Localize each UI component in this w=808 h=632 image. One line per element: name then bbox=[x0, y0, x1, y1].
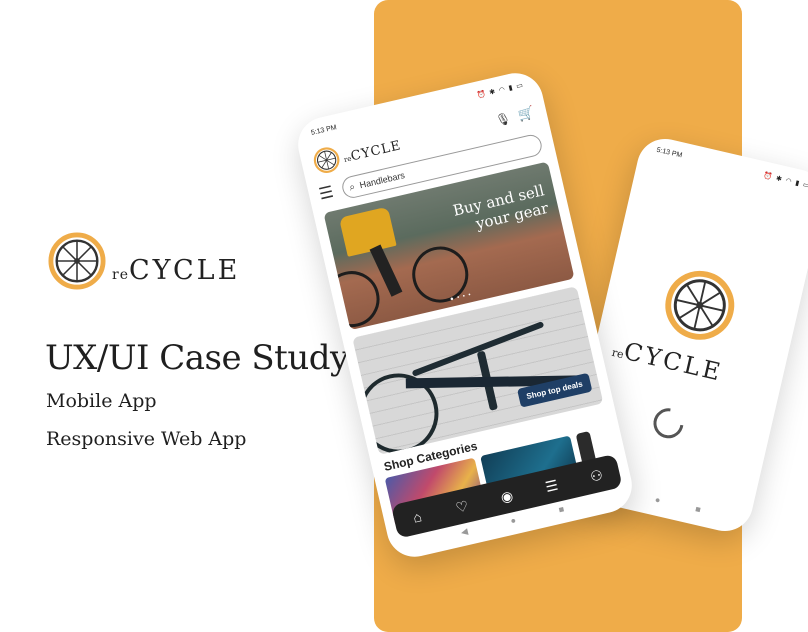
home-nav-icon[interactable]: ● bbox=[509, 515, 517, 527]
brand-prefix: re bbox=[112, 267, 129, 283]
camera-tab-icon[interactable]: ◉ bbox=[490, 485, 523, 508]
status-time: 5:13 PM bbox=[310, 124, 338, 137]
loading-spinner-icon bbox=[647, 402, 690, 445]
app-wordmark: reCYCLE bbox=[341, 134, 403, 166]
bicycle-wheel-logo-icon[interactable] bbox=[311, 145, 342, 176]
brand-wordmark: reCYCLE bbox=[112, 255, 240, 286]
profile-tab-icon[interactable]: ⚇ bbox=[580, 464, 613, 487]
recent-apps-icon[interactable]: ■ bbox=[558, 504, 566, 516]
search-icon: ⌕ bbox=[348, 181, 357, 194]
case-study-subtitle-web: Responsive Web App bbox=[46, 428, 247, 450]
status-bar: 5:13 PM ⏰ ✱ ◠ ▮ ▭ bbox=[656, 147, 808, 190]
search-input-value: Handlebars bbox=[358, 170, 406, 191]
home-tab-icon[interactable]: ⌂ bbox=[401, 506, 434, 528]
splash-brand-name: CYCLE bbox=[621, 336, 726, 387]
bicycle-wheel-logo-icon bbox=[48, 232, 106, 290]
app-brand-name: CYCLE bbox=[349, 137, 403, 164]
case-study-title: UX/UI Case Study bbox=[45, 338, 349, 378]
brand-name: CYCLE bbox=[128, 255, 241, 286]
handlebar-graphic bbox=[411, 321, 545, 377]
messages-tab-icon[interactable]: ☰ bbox=[535, 474, 568, 497]
home-nav-icon[interactable]: ● bbox=[654, 494, 662, 506]
hamburger-menu-icon[interactable]: ☰ bbox=[317, 180, 341, 204]
case-study-subtitle-mobile: Mobile App bbox=[46, 390, 157, 412]
rider-jacket-graphic bbox=[338, 206, 397, 257]
status-icons: ⏰ ✱ ◠ ▮ ▭ bbox=[476, 81, 525, 100]
status-time: 5:13 PM bbox=[655, 146, 683, 160]
microphone-icon[interactable]: 🎙 bbox=[494, 111, 512, 128]
bicycle-wheel-logo-icon bbox=[665, 270, 735, 340]
brand-logo: reCYCLE bbox=[48, 232, 240, 290]
back-nav-icon[interactable]: ◀ bbox=[460, 526, 469, 538]
status-icons: ⏰ ✱ ◠ ▮ ▭ bbox=[762, 172, 808, 191]
cart-icon[interactable]: 🛒 bbox=[517, 104, 536, 123]
favorites-tab-icon[interactable]: ♡ bbox=[445, 495, 478, 518]
hero-headline: Buy and sell your gear bbox=[451, 181, 550, 233]
recent-apps-icon[interactable]: ■ bbox=[694, 504, 702, 516]
